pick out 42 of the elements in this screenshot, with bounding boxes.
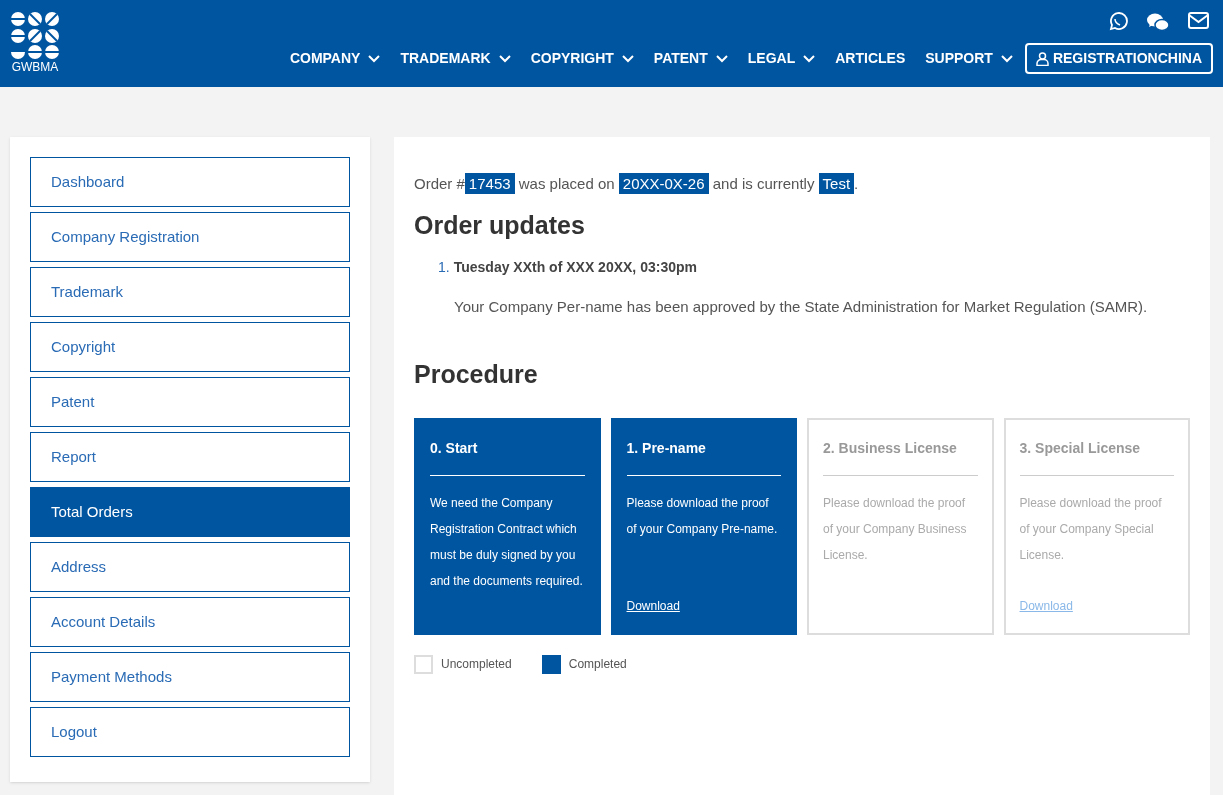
step-title: 0. Start — [430, 437, 585, 476]
nav-link[interactable]: PATENT — [643, 42, 738, 75]
update-message: Your Company Per-name has been approved by the State Administration for Market Regulation (SAMR). — [453, 296, 1149, 317]
sidebar-item[interactable]: Address — [30, 542, 350, 592]
sidebar-item[interactable]: Total Orders — [30, 487, 350, 537]
logo-text: GWBMA — [11, 61, 59, 73]
logo-icon — [10, 11, 60, 59]
mail-icon[interactable] — [1188, 12, 1209, 29]
download-link[interactable]: Download — [626, 596, 781, 615]
nav-link[interactable]: ARTICLES — [825, 42, 916, 75]
sidebar-item[interactable]: Copyright — [30, 322, 350, 372]
sidebar-item[interactable]: Trademark — [30, 267, 350, 317]
step-title: 3. Special License — [1019, 437, 1174, 476]
step-description: Please download the proof of your Company Special License. — [1019, 494, 1163, 564]
sidebar-item[interactable]: Patent — [30, 377, 350, 427]
update-date: Tuesday XXth of XXX 20XX, 03:30pm — [453, 257, 697, 277]
step-description: Please download the proof of your Company Pre-name. — [626, 494, 779, 538]
sidebar-item[interactable]: Company Registration — [30, 212, 350, 262]
sidebar-item[interactable]: Payment Methods — [30, 652, 350, 702]
sidebar-item[interactable]: Logout — [30, 707, 350, 757]
nav-link[interactable]: SUPPORT — [915, 42, 1023, 75]
whatsapp-icon[interactable] — [1108, 12, 1128, 32]
step-title: 1. Pre-name — [626, 437, 781, 476]
section-heading: Order updates — [414, 210, 586, 241]
user-icon — [1035, 51, 1049, 66]
account-button[interactable]: REGISTRATIONCHINA — [1024, 43, 1213, 74]
step-title: 2. Business License — [823, 437, 978, 476]
nav-link[interactable]: TRADEMARK — [390, 42, 521, 75]
nav-link[interactable]: LEGAL — [737, 42, 826, 75]
list-number: 1. — [438, 257, 450, 277]
sidebar-item[interactable]: Report — [30, 432, 350, 482]
step-description: Please download the proof of your Company Business License. — [823, 494, 968, 564]
nav-link[interactable]: COPYRIGHT — [520, 42, 644, 75]
section-heading: Procedure — [414, 359, 539, 390]
nav-link[interactable]: COMPANY — [279, 42, 391, 75]
sidebar-item[interactable]: Dashboard — [30, 157, 350, 207]
sidebar-item[interactable]: Account Details — [30, 597, 350, 647]
wechat-icon[interactable] — [1146, 12, 1170, 32]
step-description: We need the Company Registration Contract which must be duly signed by you and the documents required. — [430, 494, 584, 590]
order-summary-text: Order # 17453 was placed on 20XX-0X-26 and is currently Test . — [414, 173, 860, 195]
legend-label: Uncompleted — [441, 656, 512, 673]
legend-label: Completed — [568, 656, 627, 673]
